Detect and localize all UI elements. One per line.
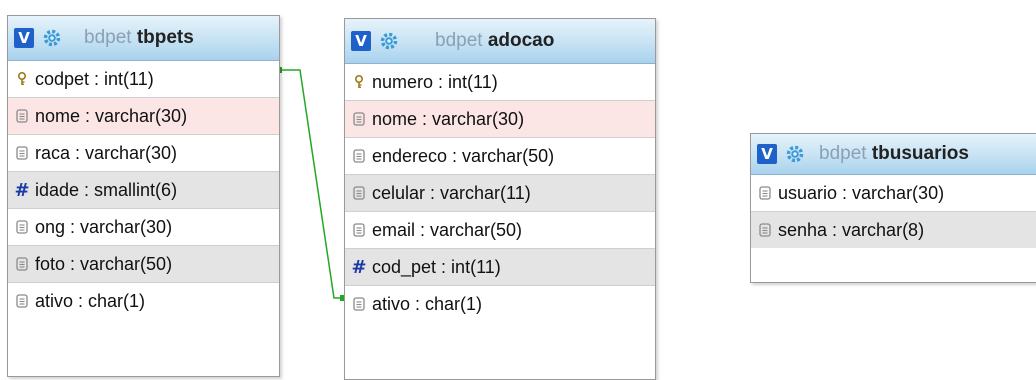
column-text: foto : varchar(50) xyxy=(35,253,173,274)
column-text: ativo : char(1) xyxy=(372,293,483,314)
column-row[interactable]: usuario : varchar(30) xyxy=(751,175,1036,211)
toggle-icon[interactable]: V xyxy=(351,31,371,51)
primary-key-icon xyxy=(352,75,366,89)
column-row[interactable]: raca : varchar(30) xyxy=(8,134,279,171)
text-field-icon xyxy=(352,112,366,126)
column-row[interactable]: ativo : char(1) xyxy=(8,282,279,319)
table-name: tbusuarios xyxy=(871,143,969,164)
column-row[interactable]: # idade : smallint(6) xyxy=(8,171,279,208)
toggle-icon[interactable]: V xyxy=(757,144,777,164)
column-text: nome : varchar(30) xyxy=(35,105,188,126)
column-text: raca : varchar(30) xyxy=(35,142,178,163)
text-field-icon xyxy=(15,109,29,123)
column-text: usuario : varchar(30) xyxy=(778,182,945,203)
column-row[interactable]: senha : varchar(8) xyxy=(751,211,1036,248)
text-field-icon xyxy=(15,146,29,160)
column-text: celular : varchar(11) xyxy=(372,182,531,203)
table-header[interactable]: V bdpet tbpets xyxy=(8,16,279,61)
database-name: bdpet xyxy=(819,143,867,164)
column-text: email : varchar(50) xyxy=(372,219,523,240)
column-row[interactable]: ativo : char(1) xyxy=(345,285,655,322)
text-field-icon xyxy=(352,223,366,237)
column-text: ong : varchar(30) xyxy=(35,216,173,237)
gear-icon[interactable] xyxy=(42,28,62,48)
column-row[interactable]: foto : varchar(50) xyxy=(8,245,279,282)
table-header[interactable]: V bdpet tbusuarios xyxy=(751,134,1036,175)
table-title: bdpet adocao xyxy=(435,30,554,52)
column-row[interactable]: # cod_pet : int(11) xyxy=(345,248,655,285)
column-text: ativo : char(1) xyxy=(35,290,146,311)
table-tbusuarios[interactable]: V bdpet tbusuarios usuario : varchar(30)… xyxy=(750,133,1036,283)
column-text: nome : varchar(30) xyxy=(372,108,525,129)
column-row[interactable]: celular : varchar(11) xyxy=(345,174,655,211)
numeric-field-icon: # xyxy=(14,179,30,201)
column-text: idade : smallint(6) xyxy=(35,179,178,200)
text-field-icon xyxy=(15,220,29,234)
database-name: bdpet xyxy=(435,30,483,51)
column-text: endereco : varchar(50) xyxy=(372,145,555,166)
table-name: tbpets xyxy=(136,27,194,48)
table-name: adocao xyxy=(487,30,555,51)
text-field-icon xyxy=(352,186,366,200)
database-name: bdpet xyxy=(84,27,132,48)
column-row[interactable]: nome : varchar(30) xyxy=(8,97,279,134)
gear-icon[interactable] xyxy=(379,31,399,51)
column-row[interactable]: ong : varchar(30) xyxy=(8,208,279,245)
column-text: senha : varchar(8) xyxy=(778,219,925,240)
text-field-icon xyxy=(15,294,29,308)
table-title: bdpet tbpets xyxy=(84,27,194,49)
primary-key-icon xyxy=(15,72,29,86)
column-text: cod_pet : int(11) xyxy=(372,256,501,277)
column-row[interactable]: nome : varchar(30) xyxy=(345,100,655,137)
toggle-icon[interactable]: V xyxy=(14,28,34,48)
relation-line xyxy=(278,69,344,299)
column-row[interactable]: numero : int(11) xyxy=(345,64,655,100)
text-field-icon xyxy=(758,186,772,200)
text-field-icon xyxy=(758,223,772,237)
column-row[interactable]: codpet : int(11) xyxy=(8,61,279,97)
column-text: codpet : int(11) xyxy=(35,68,154,89)
numeric-field-icon: # xyxy=(351,256,367,278)
text-field-icon xyxy=(15,257,29,271)
column-row[interactable]: endereco : varchar(50) xyxy=(345,137,655,174)
table-tbpets[interactable]: V bdpet tbpets codpet : int(11) nome : va… xyxy=(7,15,280,377)
gear-icon[interactable] xyxy=(785,144,805,164)
table-header[interactable]: V bdpet adocao xyxy=(345,19,655,64)
table-adocao[interactable]: V bdpet adocao numero : int(11) nome : va… xyxy=(344,18,656,380)
text-field-icon xyxy=(352,297,366,311)
column-row[interactable]: email : varchar(50) xyxy=(345,211,655,248)
text-field-icon xyxy=(352,149,366,163)
table-title: bdpet tbusuarios xyxy=(819,143,969,165)
column-text: numero : int(11) xyxy=(372,71,498,92)
